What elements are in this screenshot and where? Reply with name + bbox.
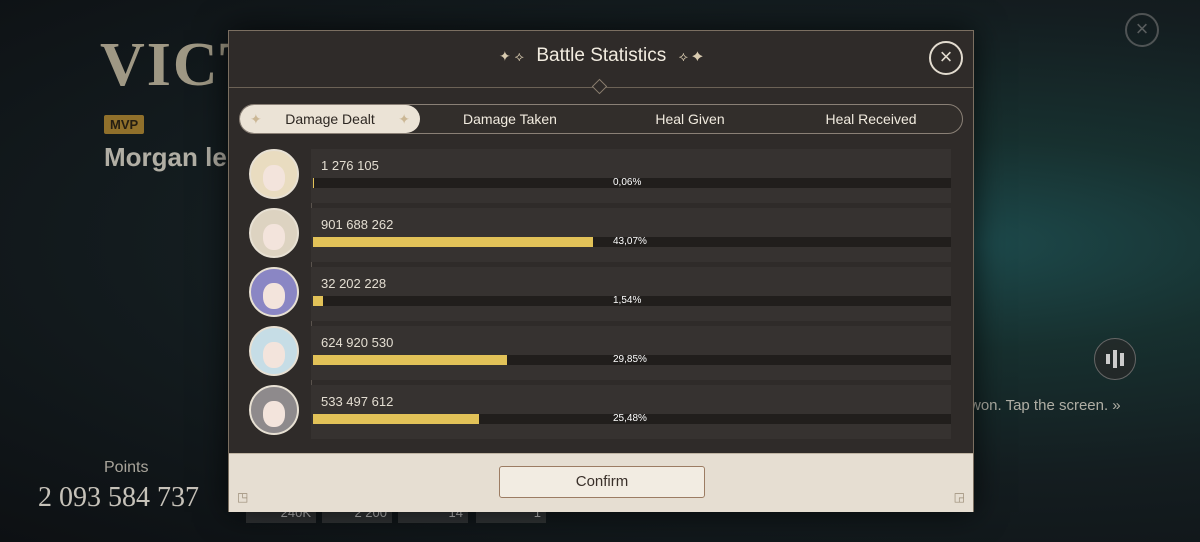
damage-list: 1 276 105 0,06% 901 688 262 43,07% 32 202 22… [243,149,953,439]
close-icon: × [939,44,953,69]
damage-percent: 0,06% [613,177,642,188]
damage-value: 901 688 262 [321,217,394,232]
row-background [311,208,951,262]
points-label: Points [104,459,149,476]
damage-bar-fill [313,355,508,365]
damage-bar-fill [313,414,479,424]
corner-ornament-icon: ◲ [953,490,965,504]
row-background [311,385,951,439]
bar-chart-icon [1120,352,1124,366]
damage-value: 624 920 530 [321,335,394,350]
damage-percent: 25,48% [613,413,647,424]
points-value: 2 093 584 737 [38,482,199,513]
tab-damage-dealt[interactable]: ✦ Damage Dealt ✦ [240,105,420,133]
damage-value: 533 497 612 [321,394,394,409]
list-item: 32 202 228 1,54% [243,267,953,325]
ornament-icon: ✦ ⟡ [499,48,524,65]
damage-bar-fill [313,237,593,247]
avatar-face [263,342,285,368]
stat-tabs: ✦ Damage Dealt ✦ Damage Taken Heal Given… [239,104,963,134]
list-item: 533 497 612 25,48% [243,385,953,443]
tab-heal-given[interactable]: Heal Given [600,105,780,133]
avatar-face [263,165,285,191]
dialog-header: ✦ ⟡ Battle Statistics ⟡ ✦ × [229,31,973,95]
character-avatar[interactable] [249,149,299,199]
sparkle-icon: ✦ [398,111,410,127]
background-close-button[interactable]: × [1125,13,1159,47]
mvp-badge: MVP [104,115,145,134]
tab-label: Damage Dealt [285,111,375,127]
list-item: 901 688 262 43,07% [243,208,953,266]
character-avatar[interactable] [249,385,299,435]
stats-button[interactable] [1094,338,1136,380]
avatar-face [263,401,285,427]
avatar-face [263,224,285,250]
bar-chart-icon [1113,350,1117,368]
dialog-title: Battle Statistics [536,45,667,66]
avatar-face [263,283,285,309]
tab-heal-received[interactable]: Heal Received [780,105,962,133]
sparkle-icon: ✦ [250,111,262,127]
damage-percent: 1,54% [613,295,642,306]
damage-value: 1 276 105 [321,158,379,173]
confirm-button[interactable]: Confirm [499,466,705,498]
list-item: 624 920 530 29,85% [243,326,953,384]
list-item: 1 276 105 0,06% [243,149,953,207]
damage-percent: 43,07% [613,236,647,247]
character-avatar[interactable] [249,326,299,376]
ornament-icon: ⟡ ✦ [678,48,703,65]
row-background [311,267,951,321]
corner-ornament-icon: ◳ [237,490,249,504]
tab-damage-taken[interactable]: Damage Taken [420,105,600,133]
close-button[interactable]: × [929,41,963,75]
character-avatar[interactable] [249,208,299,258]
mvp-player-name: Morgan le [104,142,227,172]
damage-percent: 29,85% [613,354,647,365]
diamond-icon [591,78,608,95]
bar-chart-icon [1106,354,1110,364]
damage-bar-fill [313,296,323,306]
character-avatar[interactable] [249,267,299,317]
row-background [311,149,951,203]
battle-statistics-dialog: ✦ ⟡ Battle Statistics ⟡ ✦ × ✦ Damage Dea… [228,30,974,512]
row-background [311,326,951,380]
dialog-footer: ◳ Confirm ◲ [229,453,973,512]
damage-value: 32 202 228 [321,276,387,291]
tap-screen-hint[interactable]: won. Tap the screen. » [970,397,1121,414]
